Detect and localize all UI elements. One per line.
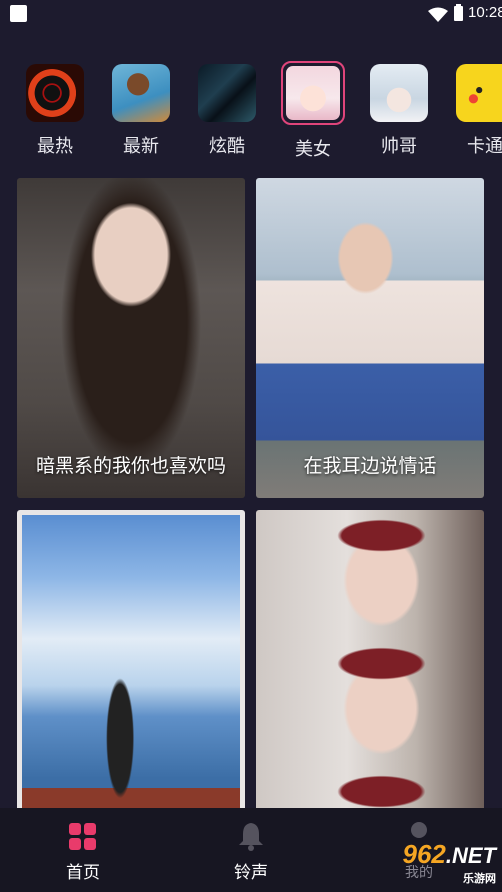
- wifi-icon: [428, 7, 448, 22]
- status-time: 10:28: [468, 4, 502, 21]
- tab-ringtone[interactable]: 铃声: [196, 808, 306, 892]
- anime-girl-icon: [281, 61, 345, 125]
- wallpaper-card[interactable]: 暗黑系的我你也喜欢吗: [17, 178, 245, 498]
- wallpaper-caption: 暗黑系的我你也喜欢吗: [35, 455, 226, 477]
- category-label: 炫酷: [209, 136, 245, 157]
- category-cool[interactable]: 炫酷: [192, 58, 262, 158]
- wallpaper-caption: 在我耳边说情话: [303, 455, 437, 477]
- grid-icon: [69, 823, 97, 851]
- category-new[interactable]: 最新: [106, 58, 176, 158]
- notification-icon: [10, 5, 27, 22]
- bell-icon: [239, 823, 263, 851]
- category-handsome[interactable]: 帅哥: [364, 58, 434, 158]
- watermark-number: 962: [402, 839, 446, 869]
- category-beauty[interactable]: 美女: [278, 58, 348, 161]
- battery-icon: [454, 4, 463, 21]
- wallpaper-card[interactable]: [256, 510, 484, 808]
- status-bar: 10:28: [0, 0, 502, 30]
- watermark-suffix: .NET: [445, 843, 496, 868]
- wallpaper-image: [256, 510, 484, 808]
- tab-label: 铃声: [234, 863, 268, 883]
- bottom-tab-bar: 首页 铃声 我的 962.NET 乐游网: [0, 808, 502, 892]
- wallpaper-card[interactable]: [17, 510, 245, 808]
- category-label: 美女: [295, 139, 331, 160]
- category-label: 最热: [37, 136, 73, 157]
- category-label: 最新: [123, 136, 159, 157]
- category-cartoon[interactable]: 卡通: [450, 58, 502, 158]
- wallpaper-image: [256, 178, 484, 498]
- category-row[interactable]: 最热 最新 炫酷 美女 帅哥 卡通: [0, 58, 502, 170]
- category-label: 帅哥: [381, 136, 417, 157]
- bear-violin-icon: [112, 64, 170, 122]
- wallpaper-image: [22, 515, 240, 808]
- tab-label: 首页: [66, 863, 100, 883]
- vinyl-fire-icon: [26, 64, 84, 122]
- wallpaper-card[interactable]: 在我耳边说情话: [256, 178, 484, 498]
- wallpaper-grid[interactable]: 暗黑系的我你也喜欢吗 在我耳边说情话: [17, 178, 487, 808]
- watermark-subtitle: 乐游网: [463, 873, 496, 885]
- pikachu-icon: [456, 64, 502, 122]
- dark-warrior-icon: [198, 64, 256, 122]
- site-watermark: 962.NET 乐游网: [402, 839, 496, 886]
- category-hot[interactable]: 最热: [20, 58, 90, 158]
- anime-boy-icon: [370, 64, 428, 122]
- wallpaper-image: [17, 178, 245, 498]
- category-label: 卡通: [467, 136, 502, 157]
- tab-home[interactable]: 首页: [28, 808, 138, 892]
